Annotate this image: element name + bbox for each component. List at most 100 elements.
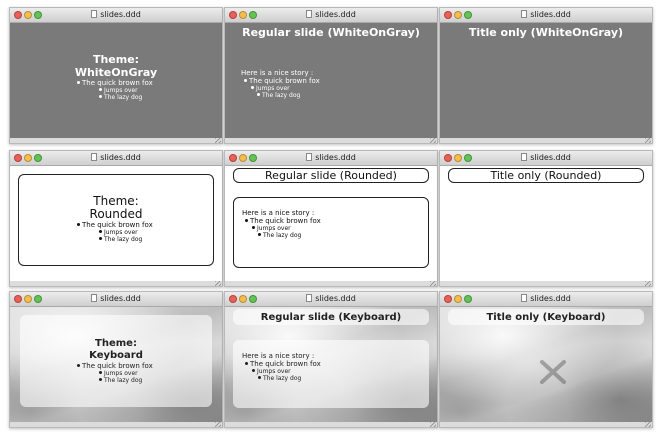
slide-heading: Title only (WhiteOnGray) <box>468 26 624 39</box>
document-icon <box>306 294 313 302</box>
bullet-list: The quick brown fox Jumps over The lazy … <box>77 79 153 101</box>
sub-bullet-item: The lazy dog <box>242 375 321 382</box>
bullet-item: The quick brown fox <box>242 360 321 368</box>
window-footer <box>225 281 437 286</box>
sub-bullet-item: Jumps over <box>242 225 321 232</box>
window-whiteongray-regular[interactable]: slides.ddd Regular slide (WhiteOnGray) H… <box>224 7 438 144</box>
window-titlebar[interactable]: slides.ddd <box>225 8 437 23</box>
window-footer <box>440 281 652 286</box>
window-whiteongray-titleonly[interactable]: slides.ddd Title only (WhiteOnGray) <box>439 7 653 144</box>
resize-grip-icon[interactable] <box>215 281 221 286</box>
slide-heading: Title only (Keyboard) <box>486 312 606 323</box>
story-body: Here is a nice story : The quick brown f… <box>241 69 320 99</box>
theme-title-line2: WhiteOnGray <box>74 66 158 79</box>
window-title: slides.ddd <box>225 9 437 21</box>
sub-bullet-item: The lazy dog <box>241 92 320 99</box>
document-icon <box>91 10 98 18</box>
slide-canvas: Title only (Rounded) <box>440 166 652 282</box>
bullet-item: The quick brown fox <box>77 79 153 87</box>
resize-grip-icon[interactable] <box>645 422 651 427</box>
sub-bullet-item: Jumps over <box>77 370 153 377</box>
window-title: slides.ddd <box>10 152 222 164</box>
sub-bullet-item: Jumps over <box>77 87 153 94</box>
window-title: slides.ddd <box>10 9 222 21</box>
theme-title-line1: Theme: <box>95 338 137 349</box>
bullet-item: The quick brown fox <box>77 362 153 370</box>
story-intro: Here is a nice story : <box>242 352 315 360</box>
story-body: Here is a nice story : The quick brown f… <box>242 209 321 239</box>
window-title: slides.ddd <box>225 293 437 305</box>
document-icon <box>91 294 98 302</box>
bullet-item: The quick brown fox <box>242 217 321 225</box>
window-titlebar[interactable]: slides.ddd <box>440 292 652 307</box>
story-intro: Here is a nice story : <box>242 209 315 217</box>
slide-canvas: Regular slide (Keyboard) Here is a nice … <box>225 307 437 423</box>
window-footer <box>10 422 222 427</box>
window-footer <box>440 138 652 143</box>
resize-grip-icon[interactable] <box>215 138 221 143</box>
resize-grip-icon[interactable] <box>215 422 221 427</box>
window-keyboard-title[interactable]: slides.ddd Theme: Keyboard The quick bro… <box>9 291 223 428</box>
resize-grip-icon[interactable] <box>430 281 436 286</box>
keycap-x-icon <box>540 360 566 384</box>
window-titlebar[interactable]: slides.ddd <box>10 151 222 166</box>
sub-bullet-item: The lazy dog <box>77 94 153 101</box>
window-titlebar[interactable]: slides.ddd <box>225 292 437 307</box>
resize-grip-icon[interactable] <box>645 281 651 286</box>
sub-bullet-item: Jumps over <box>77 229 153 236</box>
theme-title: Theme: WhiteOnGray <box>10 53 222 79</box>
slide-canvas: Regular slide (Rounded) Here is a nice s… <box>225 166 437 282</box>
window-titlebar[interactable]: slides.ddd <box>440 151 652 166</box>
sub-bullet-item: Jumps over <box>242 368 321 375</box>
bullet-list: The quick brown fox Jumps over The lazy … <box>77 362 153 384</box>
slide-heading: Regular slide (Keyboard) <box>260 312 402 323</box>
resize-grip-icon[interactable] <box>430 138 436 143</box>
sub-bullet-item: The lazy dog <box>77 236 153 243</box>
document-icon <box>521 10 528 18</box>
window-title: slides.ddd <box>440 293 652 305</box>
window-titlebar[interactable]: slides.ddd <box>10 8 222 23</box>
window-footer <box>10 138 222 143</box>
window-rounded-regular[interactable]: slides.ddd Regular slide (Rounded) Here … <box>224 150 438 287</box>
slide-canvas: Theme: Keyboard The quick brown fox Jump… <box>10 307 222 423</box>
window-title: slides.ddd <box>440 9 652 21</box>
window-footer <box>10 281 222 286</box>
document-icon <box>306 153 313 161</box>
window-footer <box>225 138 437 143</box>
bullet-item: The quick brown fox <box>241 77 320 85</box>
resize-grip-icon[interactable] <box>430 422 436 427</box>
window-keyboard-regular[interactable]: slides.ddd Regular slide (Keyboard) Here… <box>224 291 438 428</box>
story-intro: Here is a nice story : <box>241 69 314 77</box>
slide-canvas: Title only (WhiteOnGray) <box>440 23 652 139</box>
document-icon <box>521 294 528 302</box>
story-body: Here is a nice story : The quick brown f… <box>242 352 321 382</box>
slide-canvas: Title only (Keyboard) <box>440 307 652 423</box>
window-whiteongray-title[interactable]: slides.ddd Theme: WhiteOnGray The quick … <box>9 7 223 144</box>
window-footer <box>225 422 437 427</box>
window-rounded-titleonly[interactable]: slides.ddd Title only (Rounded) <box>439 150 653 287</box>
theme-title-line2: Rounded <box>89 207 143 221</box>
window-footer <box>440 422 652 427</box>
slide-heading: Regular slide (Rounded) <box>265 169 397 182</box>
resize-grip-icon[interactable] <box>645 138 651 143</box>
slide-heading: Title only (Rounded) <box>490 169 602 182</box>
window-keyboard-titleonly[interactable]: slides.ddd Title only (Keyboard) <box>439 291 653 428</box>
window-titlebar[interactable]: slides.ddd <box>440 8 652 23</box>
slide-canvas: Theme: WhiteOnGray The quick brown fox J… <box>10 23 222 139</box>
slide-canvas: Regular slide (WhiteOnGray) Here is a ni… <box>225 23 437 139</box>
window-rounded-title[interactable]: slides.ddd Theme: Rounded The quick brow… <box>9 150 223 287</box>
theme-title: Theme: Rounded <box>10 195 222 221</box>
bullet-list: The quick brown fox Jumps over The lazy … <box>77 221 153 243</box>
theme-title: Theme: Keyboard <box>10 338 222 362</box>
slide-canvas: Theme: Rounded The quick brown fox Jumps… <box>10 166 222 282</box>
sub-bullet-item: The lazy dog <box>77 377 153 384</box>
theme-title-line1: Theme: <box>92 53 140 66</box>
document-icon <box>521 153 528 161</box>
window-titlebar[interactable]: slides.ddd <box>10 292 222 307</box>
slide-heading: Regular slide (WhiteOnGray) <box>242 26 420 39</box>
window-title: slides.ddd <box>225 152 437 164</box>
window-titlebar[interactable]: slides.ddd <box>225 151 437 166</box>
bullet-item: The quick brown fox <box>77 221 153 229</box>
window-title: slides.ddd <box>440 152 652 164</box>
theme-title-line2: Keyboard <box>89 350 143 361</box>
